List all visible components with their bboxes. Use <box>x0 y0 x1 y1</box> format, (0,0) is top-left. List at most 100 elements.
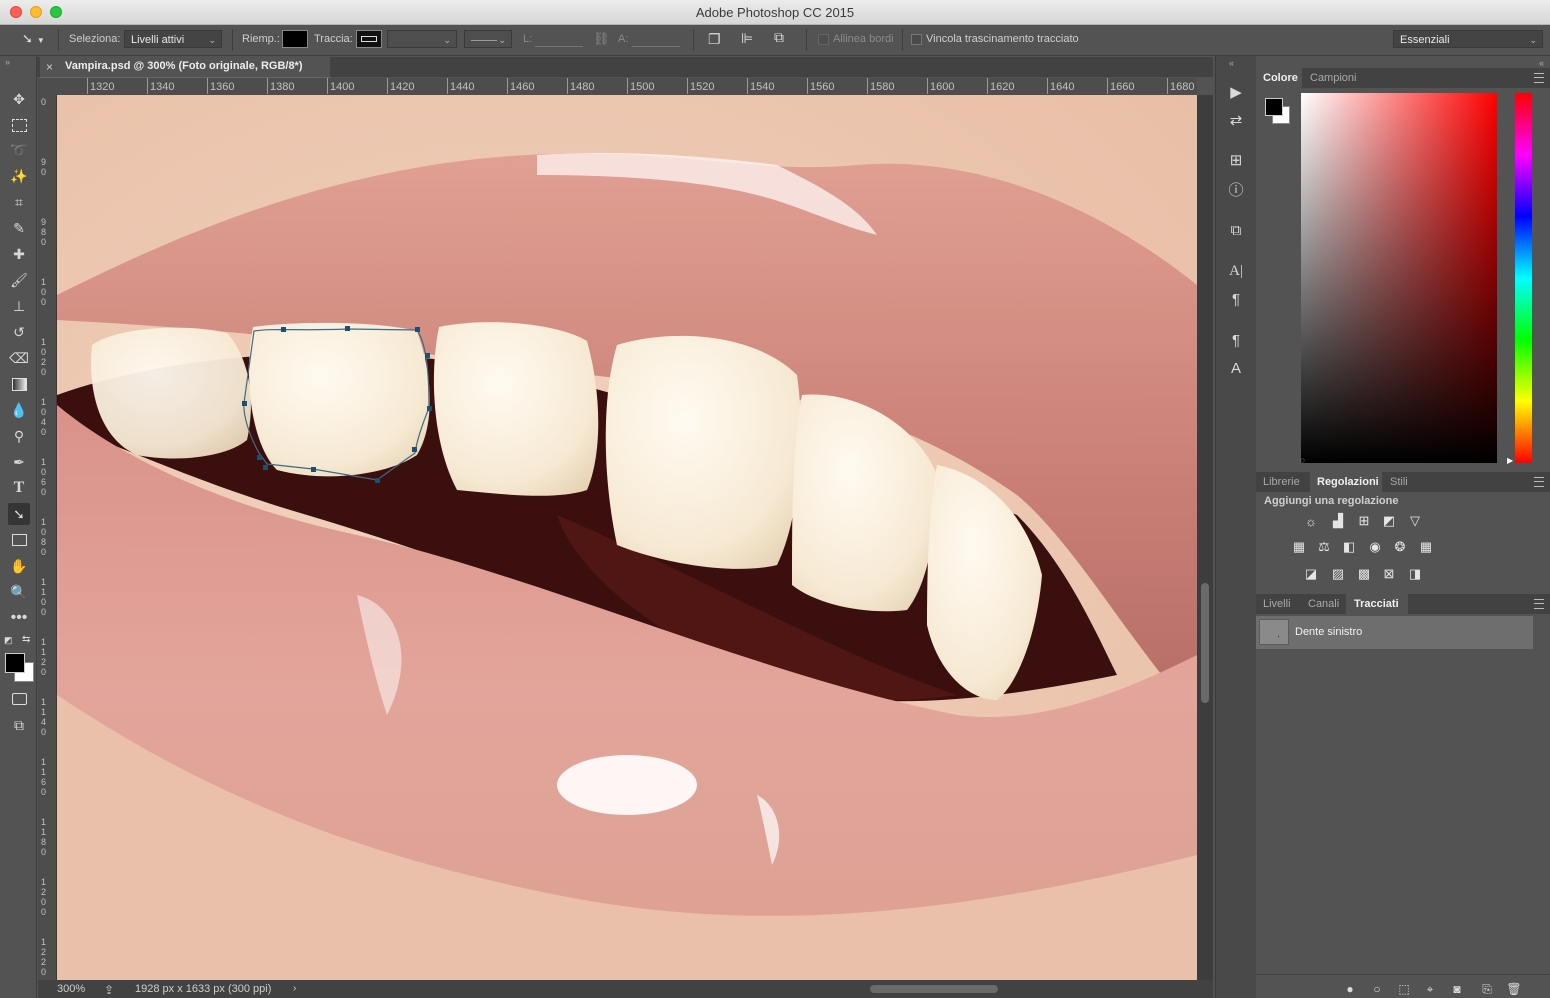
zoom-level[interactable]: 300% <box>57 983 85 995</box>
marquee-tool-icon[interactable] <box>8 114 30 136</box>
load-selection-icon[interactable]: ⬚ <box>1397 982 1411 996</box>
new-path-icon[interactable]: ⎘ <box>1480 982 1494 996</box>
document-canvas[interactable] <box>57 95 1197 980</box>
zoom-tool-icon[interactable]: 🔍 <box>8 581 30 603</box>
magic-wand-tool-icon[interactable]: ✨ <box>8 165 30 187</box>
panel-menu-icon[interactable] <box>1534 477 1544 487</box>
path-name[interactable]: Dente sinistro <box>1295 626 1362 638</box>
character-styles-icon[interactable]: A <box>1224 357 1248 379</box>
stroke-path-icon[interactable]: ○ <box>1370 982 1384 996</box>
path-operations-icon[interactable]: ❐ <box>708 31 721 48</box>
panel-menu-icon[interactable] <box>1534 73 1544 83</box>
align-edges-checkbox[interactable] <box>818 34 829 45</box>
type-tool-icon[interactable]: T <box>8 477 30 499</box>
tab-layers[interactable]: Livelli <box>1263 598 1291 610</box>
brush-tool-icon[interactable]: 🖌 <box>8 269 30 291</box>
clone-source-icon[interactable]: ⧉ <box>1224 219 1248 241</box>
eraser-tool-icon[interactable]: ⌫ <box>8 347 30 369</box>
delete-path-icon[interactable]: 🗑 <box>1506 982 1521 996</box>
fill-path-icon[interactable]: ● <box>1343 982 1357 996</box>
paragraph-icon[interactable]: ¶ <box>1224 288 1248 310</box>
blur-tool-icon[interactable]: 💧 <box>8 399 30 421</box>
hue-slider[interactable] <box>1515 93 1532 463</box>
eyedropper-tool-icon[interactable]: ✎ <box>8 217 30 239</box>
vibrance-icon[interactable]: ▽ <box>1406 513 1424 529</box>
brightness-contrast-icon[interactable]: ☼ <box>1302 513 1320 529</box>
crop-tool-icon[interactable]: ⌗ <box>8 191 30 213</box>
collapse-icon[interactable]: « <box>1229 58 1234 68</box>
paragraph-styles-icon[interactable]: ¶ <box>1224 329 1248 351</box>
pen-tool-icon[interactable]: ✒ <box>8 451 30 473</box>
hue-saturation-icon[interactable]: ▦ <box>1290 539 1308 555</box>
fill-swatch[interactable] <box>282 30 308 48</box>
workspace-dropdown[interactable]: Essenziali ⌄ <box>1393 30 1543 48</box>
lasso-tool-icon[interactable]: ➰ <box>8 139 30 161</box>
tab-styles[interactable]: Stili <box>1390 476 1408 488</box>
clone-stamp-tool-icon[interactable]: ⊥ <box>8 295 30 317</box>
chevron-right-icon[interactable]: › <box>293 983 296 994</box>
link-icon[interactable]: ⛓ <box>593 31 610 47</box>
tab-libraries[interactable]: Librerie <box>1263 476 1300 488</box>
horizontal-ruler[interactable]: 1320 1340 1360 1380 1400 1420 1440 1460 1480 1500… <box>57 78 1197 96</box>
tab-color[interactable]: Colore <box>1263 72 1298 84</box>
levels-icon[interactable]: ▟ <box>1329 513 1347 529</box>
history-icon[interactable]: ⇄ <box>1224 109 1248 131</box>
invert-icon[interactable]: ◪ <box>1302 566 1320 582</box>
scroll-thumb[interactable] <box>1201 583 1209 703</box>
foreground-color-swatch[interactable] <box>1265 98 1283 116</box>
hand-tool-icon[interactable]: ✋ <box>8 555 30 577</box>
photo-filter-icon[interactable]: ◉ <box>1366 539 1384 555</box>
path-row[interactable]: . Dente sinistro <box>1256 616 1533 649</box>
stroke-swatch[interactable] <box>356 30 382 48</box>
info-icon[interactable]: ⓘ <box>1224 178 1248 200</box>
swap-colors-icon[interactable]: ⇆ <box>22 634 30 645</box>
color-field[interactable] <box>1301 93 1497 463</box>
exposure-icon[interactable]: ◩ <box>1380 513 1398 529</box>
more-tools-icon[interactable]: ••• <box>8 607 30 629</box>
close-tab-icon[interactable]: × <box>46 60 53 74</box>
character-icon[interactable]: A| <box>1224 260 1248 282</box>
hue-slider-handle-icon[interactable]: ▶ <box>1507 456 1513 465</box>
select-dropdown[interactable]: Livelli attivi ⌄ <box>124 30 222 48</box>
height-field[interactable] <box>632 46 680 47</box>
screen-mode-icon[interactable]: ⧉ <box>8 714 30 736</box>
default-colors-icon[interactable]: ◩ <box>4 635 13 646</box>
collapse-icon[interactable]: « <box>1539 58 1544 68</box>
curves-icon[interactable]: ⊞ <box>1355 513 1373 529</box>
make-work-path-icon[interactable]: ⌖ <box>1423 982 1437 996</box>
color-balance-icon[interactable]: ⚖ <box>1315 539 1333 555</box>
document-tab[interactable]: × Vampira.psd @ 300% (Foto originale, RG… <box>40 57 330 79</box>
tab-swatches[interactable]: Campioni <box>1310 72 1356 84</box>
path-arrangement-icon[interactable]: ⧉ <box>774 29 784 46</box>
black-white-icon[interactable]: ◧ <box>1340 539 1358 555</box>
properties-icon[interactable]: ⊞ <box>1224 149 1248 171</box>
threshold-icon[interactable]: ▩ <box>1355 566 1373 582</box>
channel-mixer-icon[interactable]: ❂ <box>1391 539 1409 555</box>
selective-color-icon[interactable]: ◨ <box>1406 566 1424 582</box>
vertical-scrollbar[interactable] <box>1197 95 1213 980</box>
rectangle-tool-icon[interactable] <box>8 529 30 551</box>
stroke-width-field[interactable]: ⌄ <box>387 30 457 48</box>
vertical-ruler[interactable]: 0 9 0 9 8 0 1 0 0 1 0 2 0 1 0 4 0 1 0 6 0 1 0 8… <box>38 95 57 980</box>
history-brush-tool-icon[interactable]: ↺ <box>8 321 30 343</box>
play-action-icon[interactable]: ▶ <box>1224 81 1248 103</box>
tab-channels[interactable]: Canali <box>1308 598 1339 610</box>
tab-adjustments[interactable]: Regolazioni <box>1317 476 1379 488</box>
dodge-tool-icon[interactable]: ⚲ <box>8 425 30 447</box>
quick-mask-icon[interactable] <box>8 688 30 710</box>
color-lookup-icon[interactable]: ▦ <box>1417 539 1435 555</box>
stroke-type-dropdown[interactable]: ⌄ <box>464 30 512 48</box>
path-selection-tool-icon[interactable]: ➘ <box>8 503 30 525</box>
gradient-tool-icon[interactable] <box>8 373 30 395</box>
panel-menu-icon[interactable] <box>1534 599 1544 609</box>
move-tool-icon[interactable]: ✥ <box>8 88 30 110</box>
color-picker-marker-icon[interactable]: ◌ <box>1300 456 1305 465</box>
document-info[interactable]: 1928 px x 1633 px (300 ppi) <box>135 983 271 995</box>
healing-brush-tool-icon[interactable]: ✚ <box>8 243 30 265</box>
add-mask-icon[interactable]: ◙ <box>1450 982 1464 996</box>
path-alignment-icon[interactable]: ⊫ <box>741 30 753 47</box>
collapse-icon[interactable]: » <box>5 57 10 67</box>
horizontal-scroll-thumb[interactable] <box>870 985 998 993</box>
tab-paths[interactable]: Tracciati <box>1354 598 1399 610</box>
tool-preset-picker[interactable]: ➘ ▼ <box>22 31 50 49</box>
